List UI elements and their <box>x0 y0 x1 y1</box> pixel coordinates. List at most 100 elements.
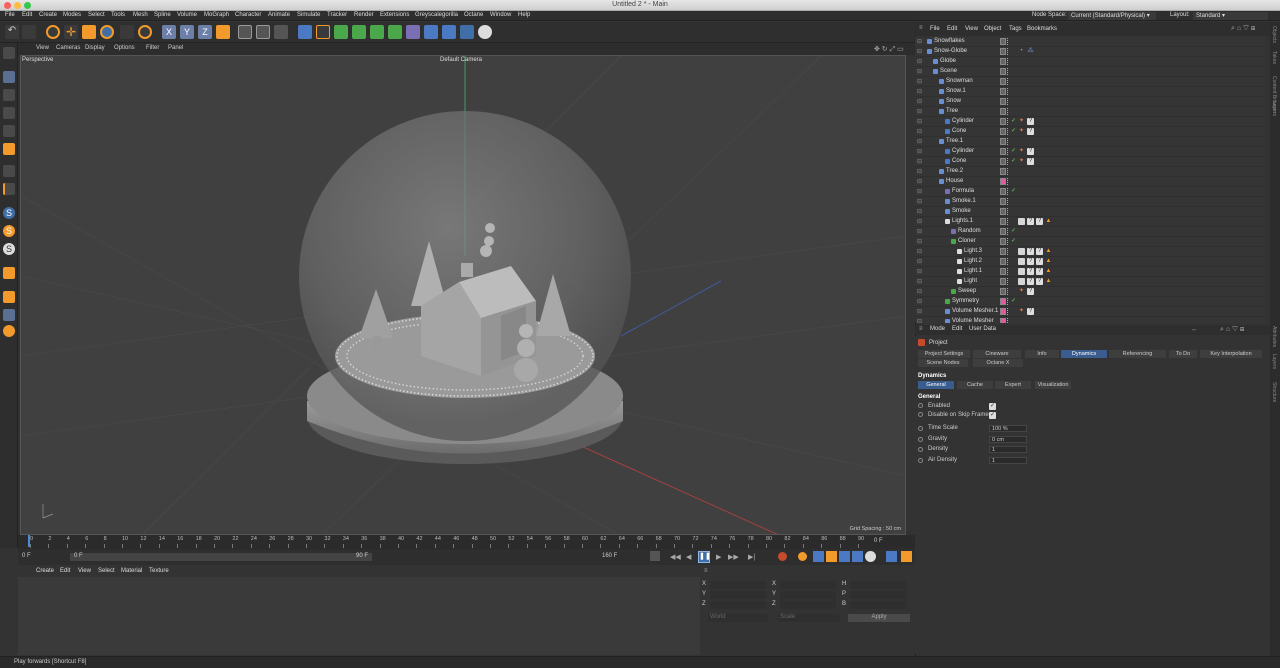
expand-toggle-icon[interactable]: ⊟ <box>917 318 922 323</box>
tab-cineware[interactable]: Cineware <box>973 350 1021 358</box>
viewport-solo-icon[interactable] <box>3 309 15 321</box>
autokey-icon[interactable] <box>798 552 807 561</box>
object-menu-object[interactable]: Object <box>984 26 1001 32</box>
object-name[interactable]: Smoke <box>952 208 971 214</box>
menu-item-file[interactable]: File <box>5 12 15 18</box>
scale-icon[interactable] <box>82 25 96 39</box>
warning-icon[interactable]: ▲ <box>1045 218 1052 225</box>
previous-frame-icon[interactable]: ◀ <box>686 553 691 561</box>
coord-value-field[interactable] <box>850 581 906 589</box>
object-menu-bookmarks[interactable]: Bookmarks <box>1027 26 1057 32</box>
tweak-icon[interactable] <box>3 325 15 337</box>
visibility-toggle[interactable] <box>1000 68 1006 75</box>
layer-dots[interactable] <box>1007 288 1009 295</box>
material-tag-icon[interactable]: ? <box>1027 248 1034 255</box>
coord-value-field[interactable] <box>710 591 766 599</box>
3d-viewport[interactable]: Grid Spacing : 50 cm <box>20 55 906 535</box>
layer-dots[interactable] <box>1007 58 1009 65</box>
object-name[interactable]: Light.2 <box>964 258 982 264</box>
points-mode-icon[interactable] <box>3 107 15 119</box>
object-name[interactable]: Lights.1 <box>952 218 973 224</box>
layer-dots[interactable] <box>1007 278 1009 285</box>
back-arrow-icon[interactable]: ← <box>1191 326 1198 333</box>
frame-range-slider[interactable]: 0 F 90 F <box>70 553 372 561</box>
object-row[interactable]: ⊟ Light.1?? ▲ <box>915 267 1265 277</box>
object-name[interactable]: Volume Mesher.1 <box>952 308 998 314</box>
phong-tag-icon[interactable]: ✦ <box>1018 148 1025 155</box>
param-animate-icon[interactable] <box>918 447 923 452</box>
visibility-toggle[interactable] <box>1000 158 1006 165</box>
attr-menu-mode[interactable]: Mode <box>930 326 945 332</box>
checker-tag-icon[interactable] <box>1018 268 1025 275</box>
coord-value-field[interactable] <box>710 581 766 589</box>
layer-dots[interactable] <box>1007 178 1009 185</box>
cube-icon[interactable] <box>298 25 312 39</box>
current-frame-field[interactable]: 0 F <box>872 538 912 546</box>
model-mode-icon[interactable] <box>3 71 15 83</box>
object-row[interactable]: ⊟ Tree.2 <box>915 167 1265 177</box>
position-key-icon[interactable] <box>826 551 837 562</box>
material-menu-view[interactable]: View <box>78 568 91 574</box>
scale-key-icon[interactable] <box>839 551 850 562</box>
x-axis-toggle[interactable]: X <box>162 25 176 39</box>
move-icon[interactable]: ✛ <box>64 25 78 39</box>
visibility-toggle[interactable] <box>1000 108 1006 115</box>
world-select[interactable]: World <box>708 614 768 622</box>
menu-item-mesh[interactable]: Mesh <box>133 12 148 18</box>
object-row[interactable]: ⊟ Scene <box>915 67 1265 77</box>
render-settings-icon[interactable] <box>274 25 288 39</box>
start-frame-field[interactable]: 0 F <box>22 553 62 561</box>
expand-toggle-icon[interactable]: ⊟ <box>917 98 922 105</box>
mograph-icon[interactable] <box>388 25 402 39</box>
apply-button[interactable]: Apply <box>848 614 910 622</box>
layer-dots[interactable] <box>1007 68 1009 75</box>
axis-mode-icon[interactable] <box>3 165 15 177</box>
phong-tag-icon[interactable]: ✦ <box>1018 118 1025 125</box>
material-tag-icon[interactable]: ? <box>1027 148 1034 155</box>
viewport-nav-icons[interactable]: ✥ ↻ ⤢ ▭ <box>874 45 904 54</box>
expand-toggle-icon[interactable]: ⊟ <box>917 178 922 185</box>
menu-item-select[interactable]: Select <box>88 12 105 18</box>
enabled-check-icon[interactable]: ✓ <box>1010 158 1017 165</box>
object-row[interactable]: ⊟ Snowflakes <box>915 37 1265 47</box>
visibility-toggle[interactable] <box>1000 258 1006 265</box>
object-menu-tags[interactable]: Tags <box>1009 26 1022 32</box>
tab-info[interactable]: Info <box>1025 350 1059 358</box>
object-name[interactable]: Tree <box>946 108 958 114</box>
object-name[interactable]: Light.1 <box>964 268 982 274</box>
viewport-menu-filter[interactable]: Filter <box>146 45 159 51</box>
object-name[interactable]: Globe <box>940 58 956 64</box>
object-row[interactable]: ⊟ Tree <box>915 107 1265 117</box>
previous-key-icon[interactable]: ◀◀ <box>670 553 681 561</box>
visibility-toggle[interactable] <box>1000 318 1006 323</box>
object-row[interactable]: ⊟ House <box>915 177 1265 187</box>
visibility-toggle[interactable] <box>1000 138 1006 145</box>
floor-icon[interactable] <box>442 25 456 39</box>
object-name[interactable]: Tree.2 <box>946 168 963 174</box>
expand-toggle-icon[interactable]: ⊟ <box>917 298 922 305</box>
coordinate-system-icon[interactable] <box>216 25 230 39</box>
visibility-toggle[interactable] <box>1000 278 1006 285</box>
enabled-check-icon[interactable]: ✓ <box>1010 188 1017 195</box>
layer-dots[interactable] <box>1007 148 1009 155</box>
visibility-toggle[interactable] <box>1000 48 1006 55</box>
visibility-toggle[interactable] <box>1000 188 1006 195</box>
coord-value-field[interactable] <box>850 591 906 599</box>
coord-value-field[interactable] <box>850 601 906 609</box>
visibility-toggle[interactable] <box>1000 238 1006 245</box>
material-tag-icon[interactable]: ? <box>1027 268 1034 275</box>
layer-dots[interactable] <box>1007 308 1009 315</box>
visibility-toggle[interactable] <box>1000 248 1006 255</box>
material-tag-icon[interactable]: ? <box>1027 288 1034 295</box>
quantize-icon[interactable]: S <box>3 243 15 255</box>
tab-dynamics[interactable]: Dynamics <box>1061 350 1107 358</box>
object-name[interactable]: Volume Mesher <box>952 318 994 323</box>
expand-toggle-icon[interactable]: ⊟ <box>917 218 922 225</box>
rotation-key-icon[interactable] <box>852 551 863 562</box>
viewport-menu-cameras[interactable]: Cameras <box>56 45 80 51</box>
expand-toggle-icon[interactable]: ⊟ <box>917 278 922 285</box>
object-row[interactable]: ⊟ Symmetry ✓ <box>915 297 1265 307</box>
material-tag-icon[interactable]: ? <box>1027 218 1034 225</box>
expand-toggle-icon[interactable]: ⊟ <box>917 248 922 255</box>
tab-scene-nodes[interactable]: Scene Nodes <box>918 359 968 367</box>
